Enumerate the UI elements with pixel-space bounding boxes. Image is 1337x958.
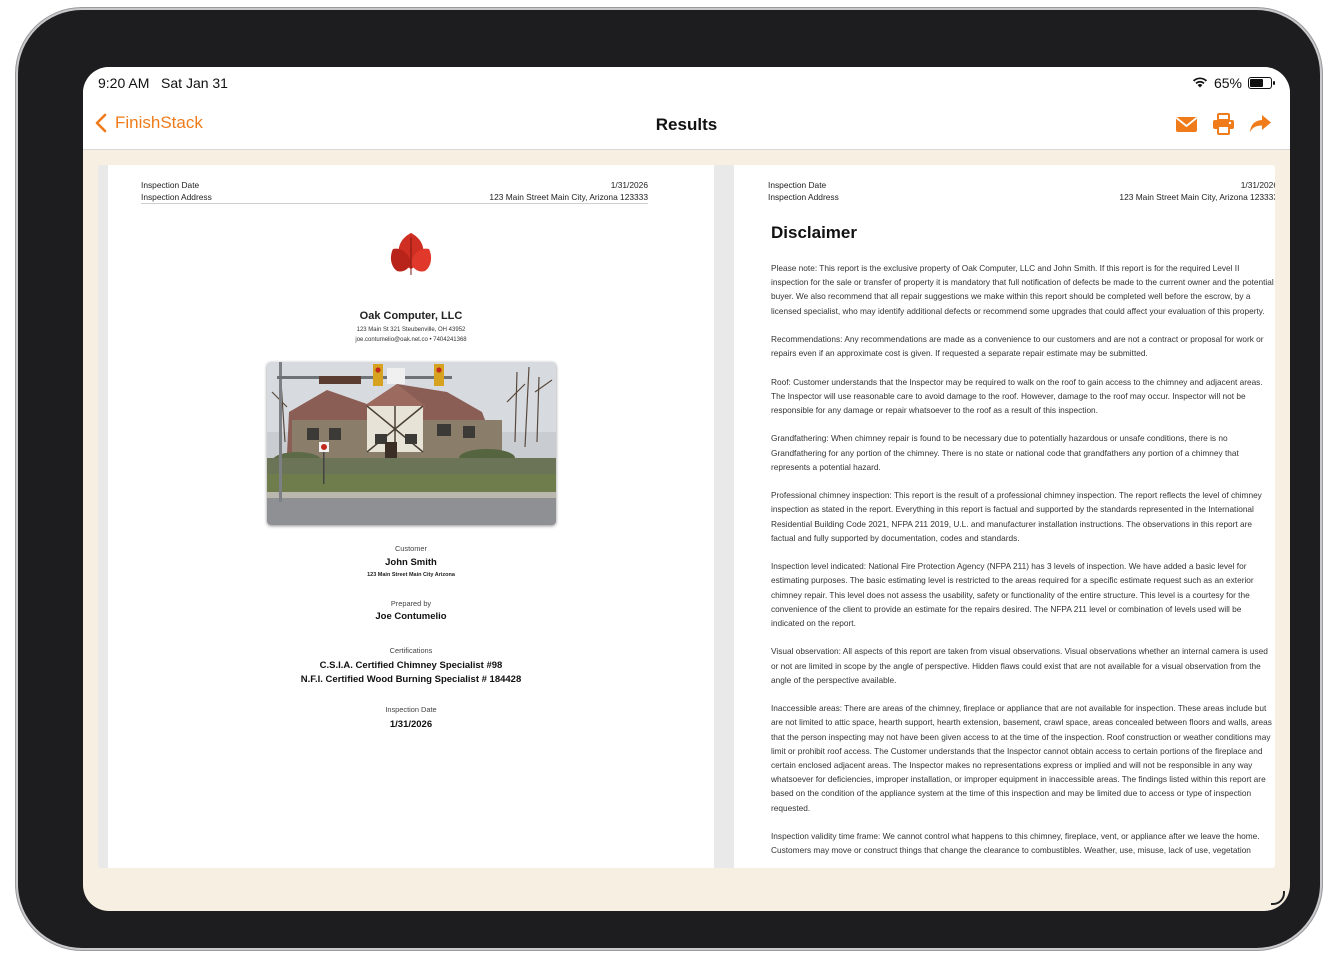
share-icon[interactable]	[1249, 113, 1272, 135]
certification-item: N.F.I. Certified Wood Burning Specialist…	[300, 674, 522, 685]
disclaimer-paragraph: Visual observation: All aspects of this …	[771, 646, 1268, 685]
disclaimer-paragraph: Inspection validity time frame: We canno…	[771, 831, 1260, 856]
prepared-by-label: Prepared by	[390, 599, 432, 608]
disclaimer-title: Disclaimer	[771, 223, 857, 242]
house-photo	[267, 362, 556, 525]
page-header: Inspection Date 1/31/2026 Inspection Add…	[141, 180, 648, 204]
print-icon[interactable]	[1212, 113, 1235, 135]
customer-label: Customer	[394, 544, 428, 553]
disclaimer-paragraph: Roof: Customer understands that the Insp…	[771, 376, 1263, 415]
status-bar: 9:20 AM Sat Jan 31 65%	[83, 67, 1290, 99]
company-logo	[387, 229, 435, 279]
corner-indicator	[1271, 891, 1285, 905]
prepared-by-name: Joe Contumelio	[375, 611, 447, 622]
navigation-bar: FinishStack Results	[83, 99, 1290, 150]
screen: 9:20 AM Sat Jan 31 65% FinishStack Resul…	[83, 67, 1290, 911]
disclaimer-paragraph: Inspection level indicated: National Fir…	[771, 561, 1254, 628]
company-address: 123 Main St 321 Steubenville, OH 43952	[356, 327, 466, 333]
report-preview[interactable]: Inspection Date 1/31/2026 Inspection Add…	[98, 165, 1275, 868]
disclaimer-paragraph: Please note: This report is the exclusiv…	[771, 263, 1274, 316]
disclaimer-paragraph: Grandfathering: When chimney repair is f…	[771, 433, 1239, 472]
mail-icon[interactable]	[1175, 113, 1198, 135]
certifications-label: Certifications	[389, 646, 433, 655]
status-time: 9:20 AM Sat Jan 31	[98, 75, 228, 91]
disclaimer-paragraph: Inaccessible areas: There are areas of t…	[771, 703, 1272, 813]
customer-name: John Smith	[385, 557, 437, 568]
company-name: Oak Computer, LLC	[359, 310, 463, 322]
ipad-frame: 9:20 AM Sat Jan 31 65% FinishStack Resul…	[18, 10, 1320, 948]
page-header: Inspection Date 1/31/2026 Inspection Add…	[768, 180, 1275, 202]
battery-icon	[1248, 77, 1275, 89]
customer-address: 123 Main Street Main City Arizona	[367, 572, 455, 578]
disclaimer-paragraph: Recommendations: Any recommendations are…	[771, 334, 1264, 359]
disclaimer-page: Inspection Date 1/31/2026 Inspection Add…	[734, 165, 1275, 868]
company-contact: joe.contumelio@oak.net.co • 7404241368	[355, 337, 467, 343]
inspection-date-label: Inspection Date	[385, 705, 437, 714]
disclaimer-body: Please note: This report is the exclusiv…	[771, 261, 1275, 868]
inspection-date-value: 1/31/2026	[389, 719, 433, 730]
disclaimer-paragraph: Professional chimney inspection: This re…	[771, 490, 1262, 543]
page-title: Results	[655, 115, 718, 134]
cover-page: Inspection Date 1/31/2026 Inspection Add…	[108, 165, 714, 868]
wifi-icon	[1192, 75, 1208, 91]
battery-percent: 65%	[1213, 75, 1242, 91]
certification-item: C.S.I.A. Certified Chimney Specialist #9…	[319, 660, 503, 671]
